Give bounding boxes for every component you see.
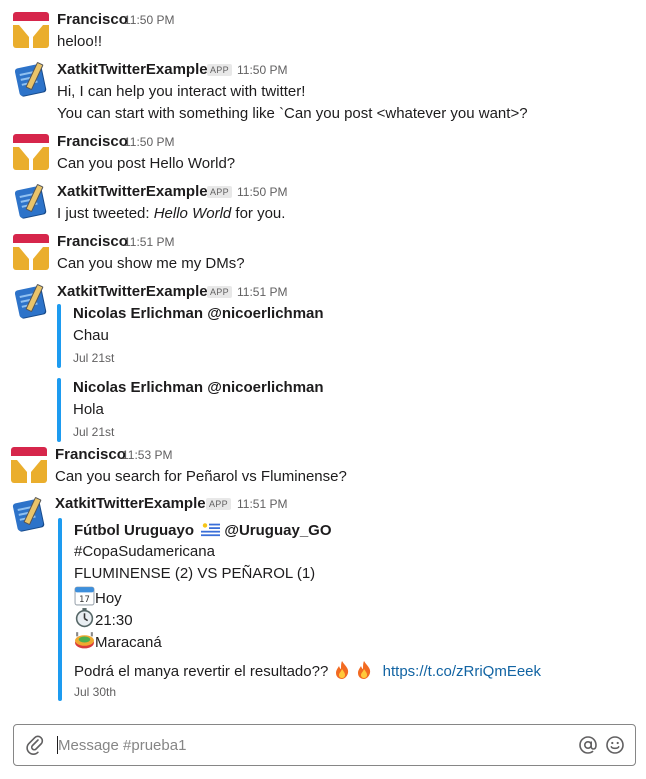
tweet-date[interactable]: Jul 30th	[74, 685, 116, 699]
author-name[interactable]: XatkitTwitterExample	[57, 183, 208, 200]
message-text: Hi, I can help you interact with twitter…	[57, 83, 306, 100]
fire-icon	[358, 661, 371, 679]
timestamp[interactable]: 11:53 PM	[122, 448, 172, 462]
tweet-day: Hoy	[95, 590, 122, 607]
text-suffix: for you.	[231, 205, 286, 222]
avatar[interactable]	[13, 183, 49, 220]
message-text: You can start with something like `Can y…	[57, 105, 528, 122]
text-prefix: I just tweeted:	[57, 205, 154, 222]
tweet-day-line: 17 Hoy	[74, 585, 122, 607]
alarm-clock-icon	[75, 608, 94, 628]
emoji-icon[interactable]	[605, 735, 625, 755]
message-text: Can you show me my DMs?	[57, 255, 245, 272]
attachment-date[interactable]: Jul 21st	[73, 425, 114, 439]
message-input[interactable]	[58, 733, 558, 757]
attachment-bar	[58, 518, 62, 701]
attachment-date[interactable]: Jul 21st	[73, 351, 114, 365]
italic-text: Hello World	[153, 205, 232, 222]
tweet-place: Maracaná	[95, 634, 162, 651]
timestamp[interactable]: 11:50 PM	[124, 135, 174, 149]
tweet-score: FLUMINENSE (2) VS PEÑAROL (1)	[74, 565, 316, 582]
app-badge: APP	[207, 186, 232, 198]
attachment-bar	[57, 304, 61, 368]
author-name[interactable]: XatkitTwitterExample	[57, 61, 208, 78]
author-name[interactable]: XatkitTwitterExample	[57, 283, 208, 300]
tweet-hashtag: #CopaSudamericana	[74, 543, 215, 560]
avatar[interactable]	[11, 447, 47, 483]
attachment-bar	[57, 378, 61, 442]
attachment-text: Chau	[73, 327, 109, 344]
message-composer	[13, 724, 636, 766]
tweet-question: Podrá el manya revertir el resultado??	[74, 663, 333, 680]
author-name[interactable]: XatkitTwitterExample	[55, 495, 206, 512]
timestamp[interactable]: 11:50 PM	[124, 13, 174, 27]
tweet-author-name: Fútbol Uruguayo	[74, 522, 194, 539]
author-name[interactable]: Francisco	[57, 11, 128, 28]
author-name[interactable]: Francisco	[57, 233, 128, 250]
tweet-handle: @Uruguay_GO	[224, 522, 332, 539]
avatar[interactable]	[13, 12, 49, 48]
author-name[interactable]: Francisco	[55, 446, 126, 463]
app-badge: APP	[206, 498, 231, 510]
app-badge: APP	[207, 286, 232, 298]
mention-icon[interactable]	[578, 735, 598, 755]
avatar[interactable]	[13, 283, 49, 320]
timestamp[interactable]: 11:51 PM	[237, 285, 287, 299]
avatar[interactable]	[13, 61, 49, 98]
calendar-icon: 17	[74, 586, 95, 606]
attachment-text: Hola	[73, 401, 104, 418]
tweet-author[interactable]: Fútbol Uruguayo @Uruguay_GO	[74, 521, 332, 539]
author-name[interactable]: Francisco	[57, 133, 128, 150]
message-text: heloo!!	[57, 33, 103, 50]
message-text: Can you search for Peñarol vs Fluminense…	[55, 468, 347, 485]
attachment-author[interactable]: Nicolas Erlichman @nicoerlichman	[73, 305, 324, 322]
avatar[interactable]	[11, 496, 47, 533]
avatar[interactable]	[13, 234, 49, 270]
app-badge: APP	[207, 64, 232, 76]
message-text: Can you post Hello World?	[57, 155, 236, 172]
attachment-author[interactable]: Nicolas Erlichman @nicoerlichman	[73, 379, 324, 396]
tweet-question-line: Podrá el manya revertir el resultado?? h…	[74, 660, 541, 680]
uruguay-flag-icon	[201, 521, 221, 537]
tweet-hour-line: 21:30	[74, 607, 133, 629]
timestamp[interactable]: 11:51 PM	[124, 235, 174, 249]
paperclip-icon[interactable]	[26, 735, 44, 755]
svg-text:17: 17	[79, 594, 90, 604]
stadium-icon	[75, 632, 94, 649]
avatar[interactable]	[13, 134, 49, 170]
timestamp[interactable]: 11:50 PM	[237, 185, 287, 199]
timestamp[interactable]: 11:51 PM	[237, 497, 287, 511]
fire-icon	[336, 661, 349, 679]
tweet-hour: 21:30	[95, 612, 133, 629]
tweet-place-line: Maracaná	[74, 629, 162, 651]
timestamp[interactable]: 11:50 PM	[237, 63, 287, 77]
tweet-link[interactable]: https://t.co/zRriQmEeek	[383, 663, 541, 680]
message-text: I just tweeted: Hello World for you.	[57, 205, 285, 222]
